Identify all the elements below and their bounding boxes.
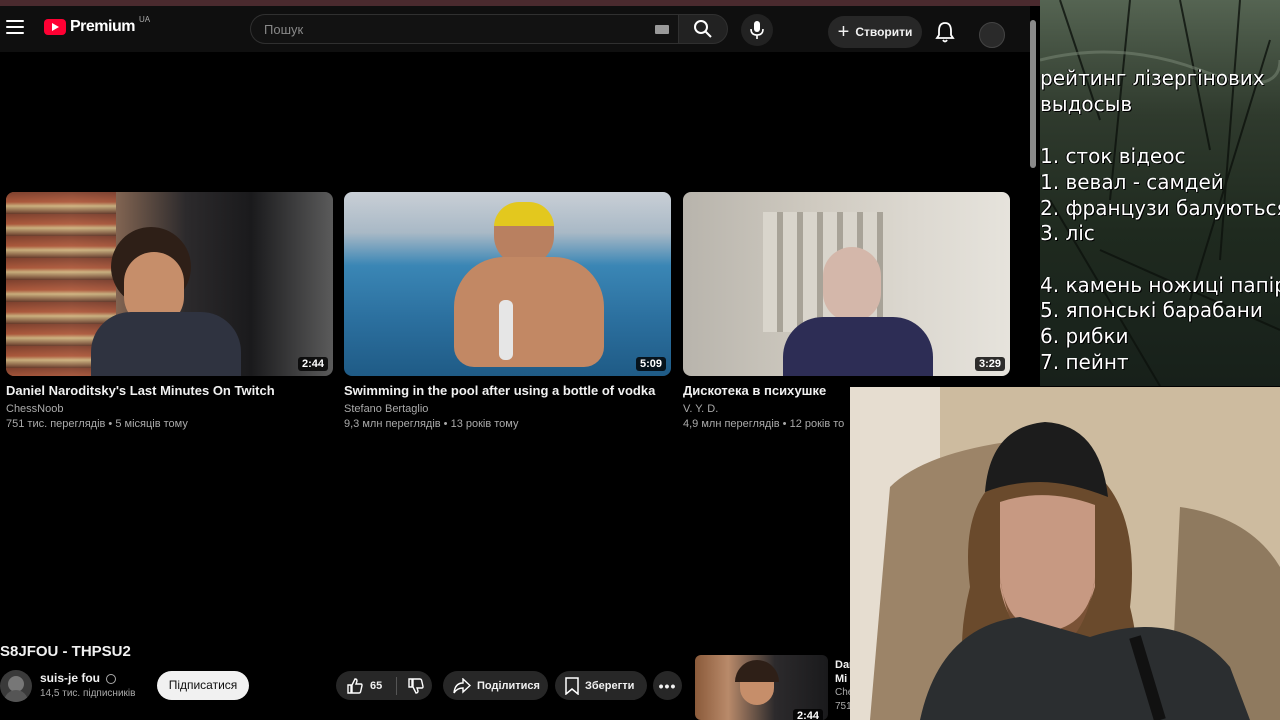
microphone-icon (750, 21, 764, 39)
webcam-person-image (850, 387, 1280, 720)
page-scrollbar[interactable] (1030, 20, 1036, 168)
overlay-heading-line2: выдосыв (1040, 92, 1133, 116)
overlay-list-item: 4. камень ножиці папір (1040, 273, 1280, 297)
overlay-list-item: 3. ліс (1040, 221, 1095, 245)
overlay-list-item: 5. японські барабани (1040, 298, 1263, 322)
plus-icon: + (837, 21, 850, 43)
verified-badge-icon (106, 673, 117, 684)
share-icon (453, 677, 471, 694)
overlay-list-item: 7. пейнт (1040, 350, 1129, 374)
hamburger-menu-icon[interactable] (6, 20, 24, 36)
recommended-thumbnail[interactable]: 2:44 (695, 655, 828, 720)
video-thumbnail[interactable]: 3:29 (683, 192, 1010, 376)
video-title[interactable]: Swimming in the pool after using a bottl… (344, 383, 671, 398)
video-duration: 2:44 (297, 357, 328, 371)
youtube-play-icon (44, 19, 66, 35)
video-thumbnail[interactable]: 2:44 (6, 192, 333, 376)
bookmark-icon (565, 676, 579, 695)
thumbs-up-icon (347, 677, 363, 694)
search-button[interactable] (678, 14, 728, 44)
keyboard-icon[interactable] (655, 25, 669, 34)
more-actions-button[interactable]: ••• (653, 671, 682, 700)
save-button[interactable]: Зберегти (555, 671, 647, 700)
search-input[interactable]: Пошук (250, 14, 678, 44)
share-label: Поділитися (477, 679, 540, 692)
like-count: 65 (370, 679, 383, 692)
webcam-feed (850, 387, 1280, 720)
logo-region: UA (138, 14, 151, 24)
subscriber-count: 14,5 тис. підписників (40, 688, 136, 699)
like-button[interactable]: 65 (336, 677, 396, 695)
thumbs-down-icon (408, 677, 424, 694)
overlay-list-item: 1. вевал - самдей (1040, 170, 1224, 194)
notifications-bell-icon[interactable] (934, 20, 956, 44)
create-label: Створити (855, 25, 913, 39)
channel-name[interactable]: suis-je fou (40, 671, 117, 685)
save-label: Зберегти (585, 679, 635, 692)
video-card[interactable]: 2:44 Daniel Naroditsky's Last Minutes On… (6, 192, 333, 430)
video-channel[interactable]: Stefano Bertaglio (344, 403, 671, 415)
video-page-title: S8JFOU - THPSU2 (0, 643, 131, 660)
overlay-heading-line1: рейтинг лізергінових (1040, 66, 1265, 90)
video-card[interactable]: 5:09 Swimming in the pool after using a … (344, 192, 671, 430)
more-dots-icon: ••• (658, 677, 677, 694)
video-duration: 5:09 (635, 357, 666, 371)
video-meta: 751 тис. переглядів • 5 місяців тому (6, 418, 188, 430)
recommended-duration: 2:44 (792, 709, 823, 720)
video-meta: 9,3 млн переглядів • 13 років тому (344, 418, 519, 430)
youtube-logo[interactable]: Premium UA (44, 14, 151, 36)
logo-text: Premium (70, 18, 135, 35)
stream-text-overlay: рейтинг лізергінових выдосыв 1. сток від… (1040, 0, 1280, 386)
masthead: Premium UA Пошук + Створити (0, 6, 1030, 52)
video-thumbnail[interactable]: 5:09 (344, 192, 671, 376)
search-icon (694, 20, 712, 38)
account-avatar[interactable] (979, 22, 1005, 48)
overlay-list-item: 2. французи балуються (1040, 196, 1280, 220)
like-dislike-group: 65 (336, 671, 432, 700)
video-duration: 3:29 (974, 357, 1005, 371)
overlay-list-item: 1. сток відеос (1040, 144, 1186, 168)
overlay-list-item: 6. рибки (1040, 324, 1129, 348)
channel-avatar[interactable] (0, 670, 32, 702)
video-channel[interactable]: ChessNoob (6, 403, 333, 415)
share-button[interactable]: Поділитися (443, 671, 548, 700)
video-title[interactable]: Daniel Naroditsky's Last Minutes On Twit… (6, 383, 333, 398)
create-button[interactable]: + Створити (828, 16, 922, 48)
subscribe-button[interactable]: Підписатися (157, 671, 249, 700)
voice-search-button[interactable] (741, 14, 773, 46)
search-placeholder: Пошук (264, 22, 304, 37)
dislike-button[interactable] (397, 677, 425, 695)
channel-name-text: suis-je fou (40, 671, 101, 685)
